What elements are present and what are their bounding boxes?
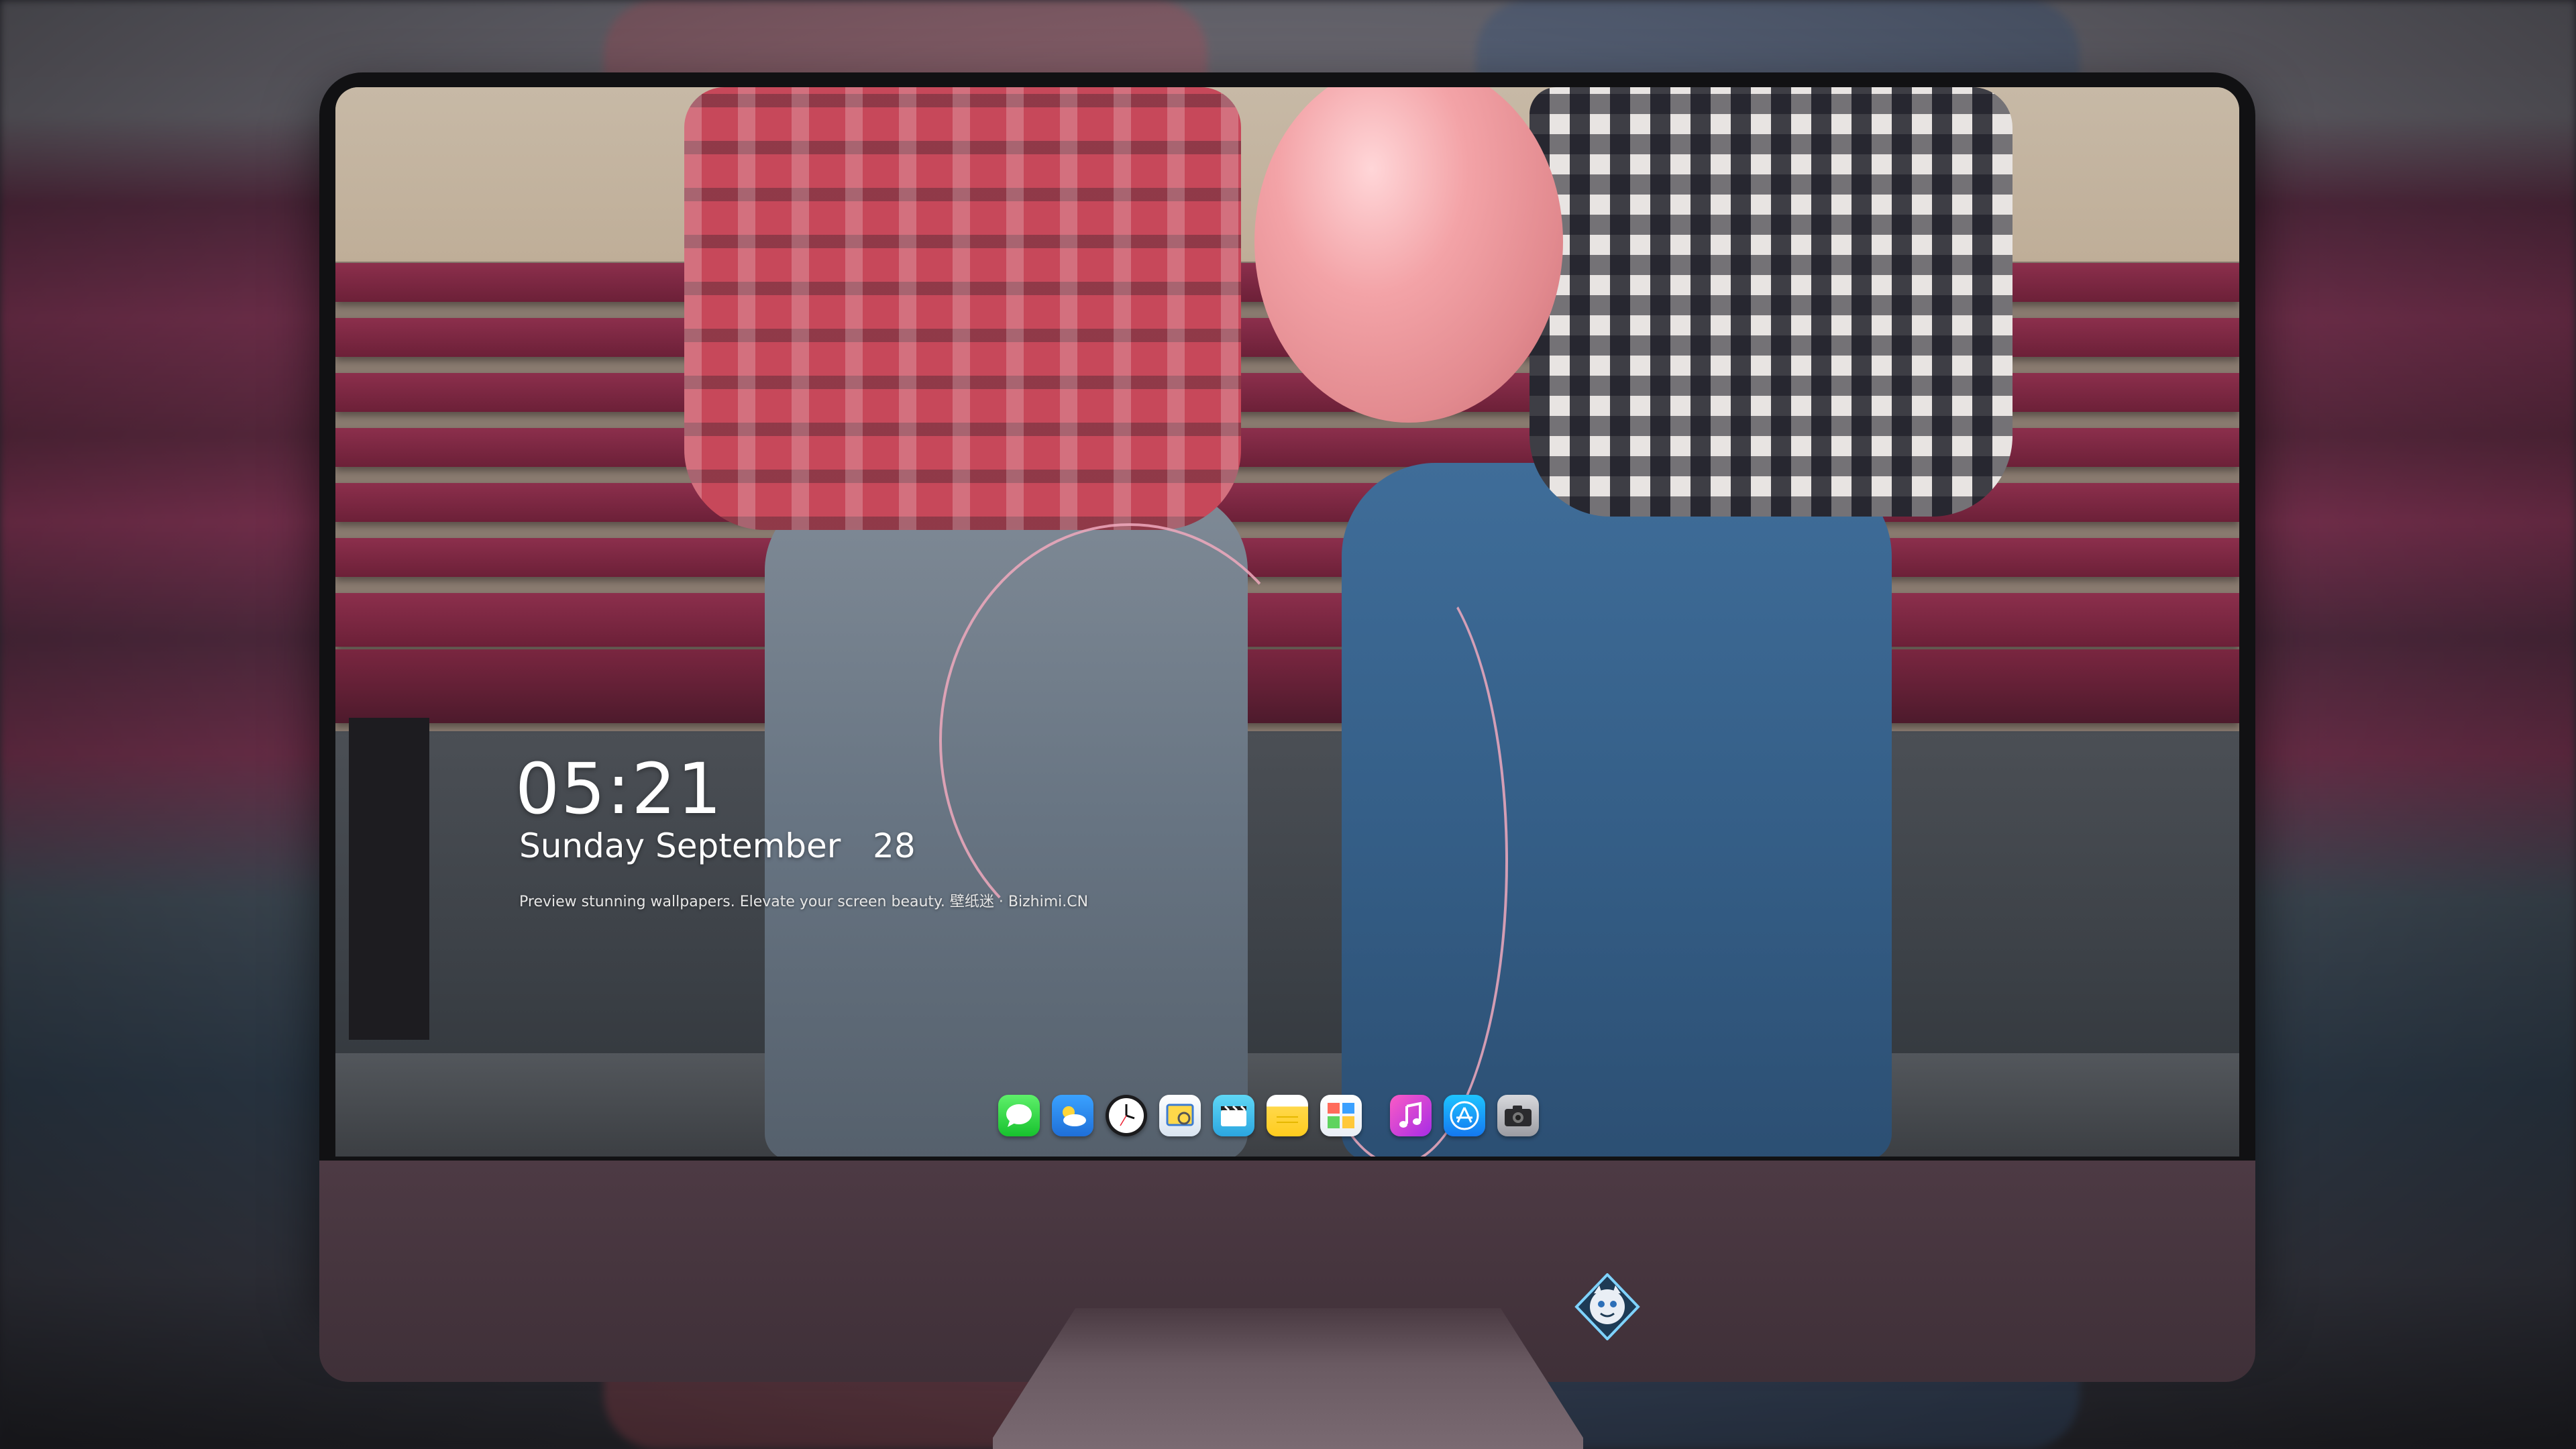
weather-icon[interactable]: [1052, 1095, 1093, 1136]
wallpaper-man-shirt: [684, 87, 1241, 530]
music-icon[interactable]: [1390, 1095, 1432, 1136]
preview-icon[interactable]: [1159, 1095, 1201, 1136]
clock-icon[interactable]: [1106, 1095, 1147, 1136]
lock-clock: 05:21: [515, 748, 723, 830]
photos-icon[interactable]: [1320, 1095, 1362, 1136]
wallpaper-balloon: [1254, 87, 1563, 423]
mascot-logo-icon: [1574, 1273, 1641, 1341]
messages-icon[interactable]: [998, 1095, 1040, 1136]
lock-date: Sunday September 28: [519, 826, 916, 865]
wallpaper-tagline: Preview stunning wallpapers. Elevate you…: [519, 894, 1089, 910]
monitor-stand: [993, 1308, 1583, 1449]
app-store-icon[interactable]: [1444, 1095, 1485, 1136]
bench-leg: [349, 718, 429, 1040]
wallpaper-woman-shirt: [1529, 87, 2012, 517]
imac-monitor: 05:21 Sunday September 28 Preview stunni…: [319, 72, 2255, 1382]
dock-separator: [1374, 1095, 1378, 1136]
clips-icon[interactable]: [1213, 1095, 1254, 1136]
balloon-string: [1288, 557, 1508, 1157]
bench-slat: [335, 538, 2239, 577]
camera-icon[interactable]: [1497, 1095, 1539, 1136]
lock-screen[interactable]: 05:21 Sunday September 28 Preview stunni…: [335, 87, 2239, 1157]
notes-icon[interactable]: [1267, 1095, 1308, 1136]
dock: [986, 1088, 1551, 1143]
